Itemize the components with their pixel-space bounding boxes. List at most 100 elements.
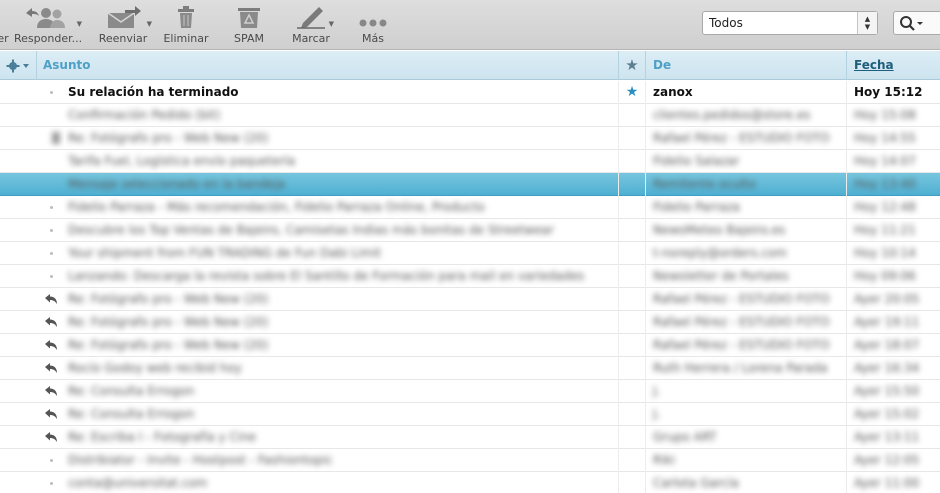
star-empty-icon[interactable]: [620, 127, 644, 149]
message-subject[interactable]: Tarifa Fuel, Logística envío paquetería: [68, 150, 616, 172]
column-divider: [618, 173, 619, 196]
star-empty-icon[interactable]: [620, 426, 644, 448]
mark-button[interactable]: ▼ Marcar: [286, 0, 336, 50]
message-row[interactable]: Mensaje seleccionado en la bandeja Remite…: [0, 173, 940, 196]
message-subject[interactable]: Re: Fotógrafo pro - Web New (20): [68, 288, 616, 310]
star-empty-icon[interactable]: [620, 403, 644, 425]
message-subject[interactable]: Confirmación Pedido (bit): [68, 104, 616, 126]
star-empty-icon[interactable]: [620, 104, 644, 126]
message-subject[interactable]: Distribiator - Invite - Hostpost - Fashi…: [68, 449, 616, 471]
message-row[interactable]: Re: Consulta Errogon J. Ayer 15:50: [0, 380, 940, 403]
star-empty-icon[interactable]: [620, 449, 644, 471]
star-filled-icon[interactable]: ★: [620, 81, 644, 103]
search-icon: [900, 16, 923, 31]
message-subject[interactable]: Rocío Godoy web recibid hoy: [68, 357, 616, 379]
cut-off-button[interactable]: er: [0, 0, 12, 50]
replied-arrow-icon: [45, 409, 57, 419]
message-sender: Fidelio Parraza: [653, 200, 740, 214]
message-subject[interactable]: Su relación ha terminado: [68, 81, 616, 103]
message-row[interactable]: Re: Escriba I - Fotografía y Cine Grupo A…: [0, 426, 940, 449]
unread-dot-icon: [50, 206, 53, 209]
star-empty-icon[interactable]: [620, 173, 644, 195]
forward-caret-icon[interactable]: ▼: [147, 20, 152, 28]
message-subject[interactable]: conta@universitat.com: [68, 472, 616, 493]
column-divider: [846, 380, 847, 403]
message-date: Hoy 14:55: [854, 131, 916, 145]
star-empty-icon[interactable]: [620, 219, 644, 241]
message-row[interactable]: Re: Fotógrafo pro - Web New (20) Rafael P…: [0, 334, 940, 357]
message-subject[interactable]: Mensaje seleccionado en la bandeja: [68, 173, 616, 195]
delete-button[interactable]: Eliminar: [160, 0, 212, 50]
star-empty-icon[interactable]: [620, 311, 644, 333]
message-row[interactable]: Lanzando: Descarga la revista sobre El S…: [0, 265, 940, 288]
filter-select[interactable]: Todos ▲ ▼: [702, 11, 878, 35]
header-divider: [36, 51, 37, 80]
message-subject[interactable]: Re: Fotógrafo pro - Web New (20): [68, 127, 616, 149]
message-date: Ayer 16:34: [854, 361, 920, 375]
message-subject[interactable]: Your shipment from FUN TRADING de Fun Da…: [68, 242, 616, 264]
column-settings-button[interactable]: [6, 51, 36, 80]
spam-label: SPAM: [234, 32, 264, 45]
mark-caret-icon[interactable]: ▼: [329, 20, 334, 28]
forward-button[interactable]: ▼ Reenviar: [96, 0, 152, 50]
attachment-icon: [52, 132, 60, 144]
delete-label: Eliminar: [163, 32, 209, 45]
message-row[interactable]: Re: Fotógrafo pro - Web New (20) Rafael P…: [0, 288, 940, 311]
star-empty-icon[interactable]: [620, 196, 644, 218]
replied-arrow-icon: [45, 294, 57, 304]
star-empty-icon[interactable]: [620, 334, 644, 356]
message-subject[interactable]: Re: Consulta Errogon: [68, 380, 616, 402]
column-divider: [846, 472, 847, 493]
column-star-icon[interactable]: ★: [620, 51, 644, 80]
column-divider: [645, 380, 646, 403]
message-subject[interactable]: Fidelio Parraza - Más recomendación, Fid…: [68, 196, 616, 218]
message-subject[interactable]: Re: Fotógrafo pro - Web New (20): [68, 334, 616, 356]
message-row[interactable]: Distribiator - Invite - Hostpost - Fashi…: [0, 449, 940, 472]
message-flag-cell: [0, 150, 64, 172]
message-row[interactable]: Fidelio Parraza - Más recomendación, Fid…: [0, 196, 940, 219]
column-divider: [618, 104, 619, 127]
message-row[interactable]: Tarifa Fuel, Logística envío paquetería F…: [0, 150, 940, 173]
reply-button[interactable]: ▼ Responder...: [14, 0, 82, 50]
message-subject[interactable]: Lanzando: Descarga la revista sobre El S…: [68, 265, 616, 287]
message-row[interactable]: Confirmación Pedido (bit) clientes.pedido…: [0, 104, 940, 127]
message-row[interactable]: Re: Consulta Errogon J. Ayer 15:02: [0, 403, 940, 426]
column-divider: [618, 426, 619, 449]
star-empty-icon[interactable]: [620, 380, 644, 402]
message-row[interactable]: Descubre los Top Ventas de Bajeiro, Cami…: [0, 219, 940, 242]
star-empty-icon[interactable]: [620, 472, 644, 493]
column-from[interactable]: De: [653, 51, 833, 80]
message-row[interactable]: Re: Fotógrafo pro - Web New (20) Rafael P…: [0, 127, 940, 150]
message-row[interactable]: Rocío Godoy web recibid hoy Ruth Herrera …: [0, 357, 940, 380]
star-empty-icon[interactable]: [620, 357, 644, 379]
more-button[interactable]: Más: [350, 0, 396, 50]
star-empty-icon[interactable]: [620, 242, 644, 264]
column-divider: [645, 403, 646, 426]
message-subject[interactable]: Re: Escriba I - Fotografía y Cine: [68, 426, 616, 448]
message-row[interactable]: Re: Fotógrafo pro - Web New (20) Rafael P…: [0, 311, 940, 334]
star-empty-icon[interactable]: [620, 288, 644, 310]
spam-button[interactable]: SPAM: [224, 0, 274, 50]
message-sender: Rafael Pérez - ESTUDIO FOTO: [653, 315, 830, 329]
header-divider: [618, 51, 619, 80]
message-subject[interactable]: Descubre los Top Ventas de Bajeiro, Cami…: [68, 219, 616, 241]
mail-client: er ▼ Responder... ▼ Reenviar Eliminar SP…: [0, 0, 940, 493]
message-flag-cell: [0, 242, 64, 264]
message-row[interactable]: Su relación ha terminado ★ zanox Hoy 15:12: [0, 81, 940, 104]
search-button[interactable]: [893, 11, 940, 35]
message-subject[interactable]: Re: Consulta Errogon: [68, 403, 616, 425]
message-date: Ayer 19:11: [854, 315, 920, 329]
message-row[interactable]: Your shipment from FUN TRADING de Fun Da…: [0, 242, 940, 265]
column-subject[interactable]: Asunto: [43, 51, 603, 80]
column-divider: [645, 426, 646, 449]
column-divider: [645, 242, 646, 265]
message-subject[interactable]: Re: Fotógrafo pro - Web New (20): [68, 311, 616, 333]
message-date: Ayer 20:05: [854, 292, 920, 306]
reply-caret-icon[interactable]: ▼: [77, 20, 82, 28]
column-divider: [846, 127, 847, 150]
message-row[interactable]: conta@universitat.com Carlota García Ayer …: [0, 472, 940, 493]
column-date[interactable]: Fecha: [854, 51, 934, 80]
message-date: Hoy 15:08: [854, 108, 916, 122]
star-empty-icon[interactable]: [620, 265, 644, 287]
star-empty-icon[interactable]: [620, 150, 644, 172]
